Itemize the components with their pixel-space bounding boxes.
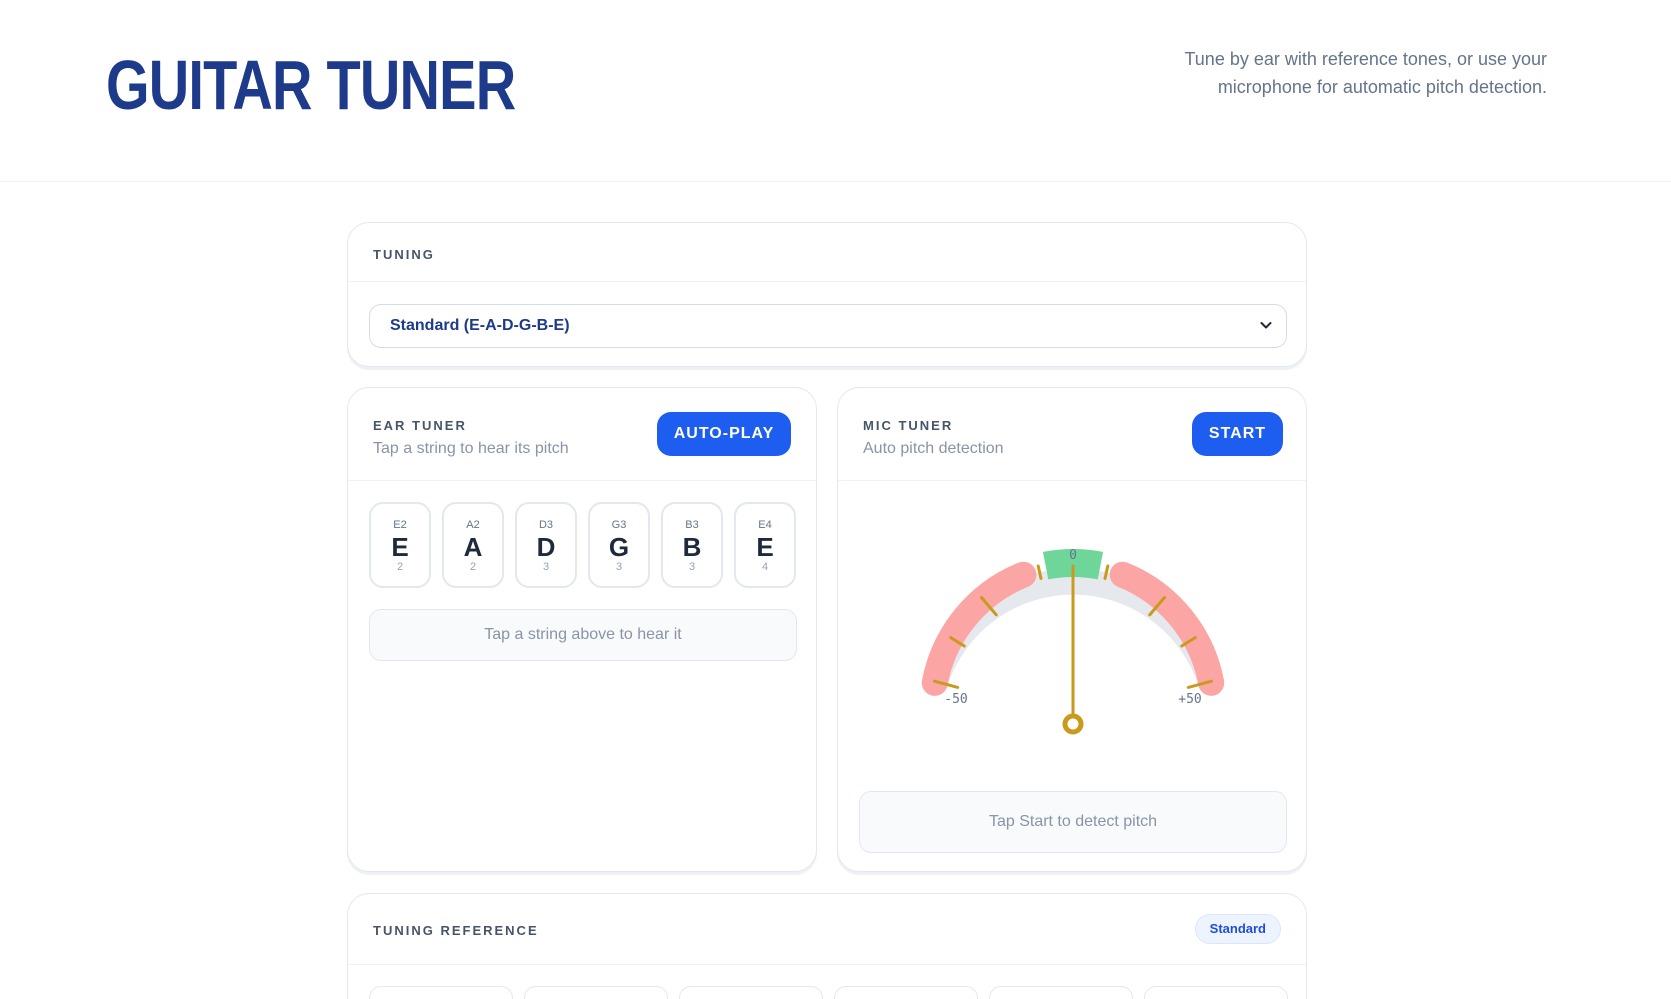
string-button-e2[interactable]: E2 E 2	[369, 502, 431, 588]
string-button-a2[interactable]: A2 A 2	[442, 502, 504, 588]
ear-tuner-label: EAR TUNER	[373, 418, 467, 433]
tuning-select[interactable]: Standard (E-A-D-G-B-E)	[369, 304, 1287, 348]
chevron-down-icon	[1260, 322, 1272, 329]
string-octave: 3	[688, 561, 696, 573]
autoplay-button[interactable]: AUTO-PLAY	[657, 412, 791, 456]
app-tagline: Tune by ear with reference tones, or use…	[1184, 49, 1547, 97]
string-octave: 4	[761, 561, 769, 573]
app-header: GUITAR TUNER Tune by ear with reference …	[0, 0, 1671, 182]
string-letter: B	[682, 532, 702, 562]
reference-item	[834, 986, 978, 999]
gauge-min-label: -50	[944, 692, 967, 707]
mic-tuner-label: MIC TUNER	[863, 418, 954, 433]
mic-tuner-divider	[838, 480, 1306, 481]
tuning-reference-label: TUNING REFERENCE	[373, 923, 539, 938]
tuning-reference-card: TUNING REFERENCE Standard	[347, 893, 1307, 999]
string-button-d3[interactable]: D3 D 3	[515, 502, 577, 588]
mic-tuner-hint: Tap Start to detect pitch	[859, 791, 1287, 853]
reference-item	[679, 986, 823, 999]
mic-tuner-card: MIC TUNER Auto pitch detection START 0 -…	[837, 387, 1307, 872]
string-note-name: B3	[685, 519, 699, 531]
string-note-name: E4	[758, 519, 772, 531]
string-octave: 2	[469, 561, 477, 573]
ear-tuner-card: EAR TUNER Tap a string to hear its pitch…	[347, 387, 817, 872]
ear-tuner-subtitle: Tap a string to hear its pitch	[373, 440, 569, 457]
string-buttons: E2 E 2 A2 A 2 D3 D 3 G3 G 3 B3 B 3 E4 E …	[369, 502, 796, 588]
reference-item	[524, 986, 668, 999]
tuning-select-value: Standard (E-A-D-G-B-E)	[390, 317, 570, 334]
tuning-divider	[348, 281, 1306, 282]
reference-item	[989, 986, 1133, 999]
start-button[interactable]: START	[1192, 412, 1283, 456]
tuner-gauge: 0 -50 +50	[921, 548, 1225, 735]
gauge-needle-pivot	[1062, 713, 1084, 735]
reference-items	[369, 986, 1288, 999]
string-letter: A	[463, 532, 483, 562]
string-letter: E	[756, 532, 774, 562]
ear-tuner-hint: Tap a string above to hear it	[369, 609, 797, 661]
string-note-name: A2	[466, 519, 480, 531]
gauge-max-label: +50	[1178, 692, 1201, 707]
reference-item	[1144, 986, 1288, 999]
tuning-card: TUNING Standard (E-A-D-G-B-E)	[347, 222, 1307, 367]
string-octave: 3	[542, 561, 550, 573]
string-button-e4[interactable]: E4 E 4	[734, 502, 796, 588]
string-octave: 3	[615, 561, 623, 573]
string-button-g3[interactable]: G3 G 3	[588, 502, 650, 588]
string-letter: G	[608, 532, 630, 562]
reference-item	[369, 986, 513, 999]
string-letter: E	[391, 532, 409, 562]
string-note-name: G3	[611, 519, 627, 531]
tuning-reference-divider	[348, 964, 1306, 965]
gauge-center-label: 0	[1069, 548, 1077, 563]
mic-tuner-subtitle: Auto pitch detection	[863, 440, 1004, 457]
string-octave: 2	[396, 561, 404, 573]
ear-tuner-divider	[348, 480, 816, 481]
tuning-badge: Standard	[1194, 914, 1281, 944]
string-note-name: D3	[538, 519, 554, 531]
app-title: GUITAR TUNER	[106, 46, 516, 124]
tuning-label: TUNING	[373, 247, 435, 262]
string-note-name: E2	[393, 519, 407, 531]
string-letter: D	[536, 532, 556, 562]
string-button-b3[interactable]: B3 B 3	[661, 502, 723, 588]
